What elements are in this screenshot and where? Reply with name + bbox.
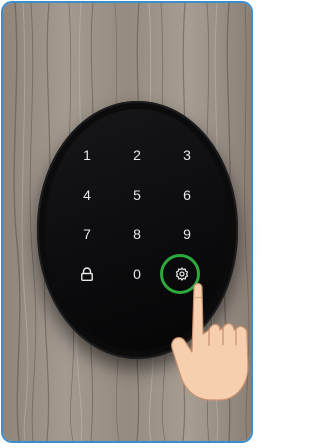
pointing-hand-icon <box>171 282 249 401</box>
